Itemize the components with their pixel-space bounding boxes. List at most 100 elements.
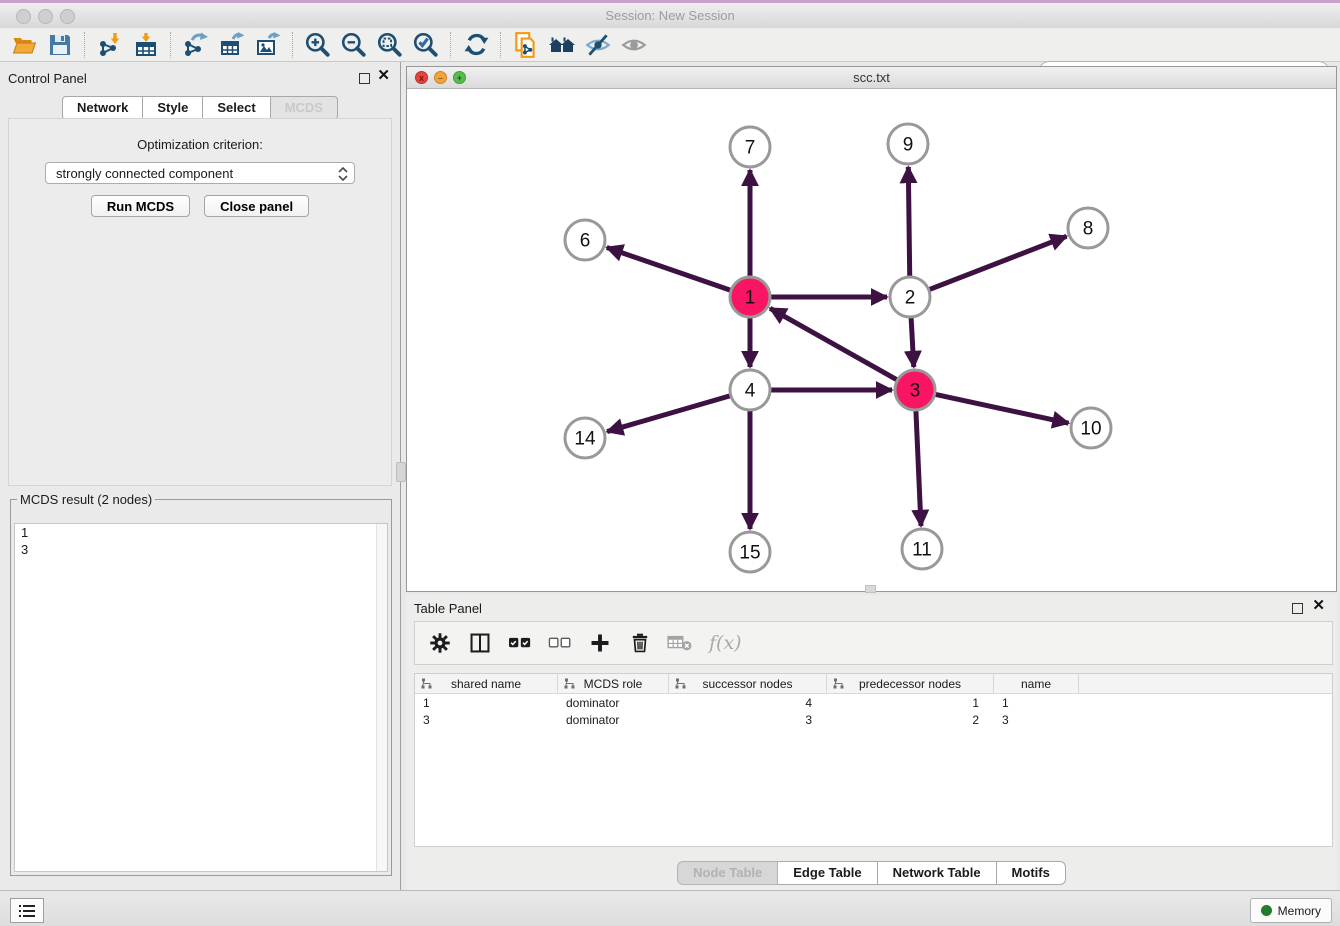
unselect-all-columns-icon[interactable]: [547, 630, 573, 656]
graph-node-9[interactable]: 9: [888, 124, 928, 164]
graph-node-7[interactable]: 7: [730, 127, 770, 167]
close-panel-button[interactable]: Close panel: [204, 195, 309, 217]
table-cell[interactable]: 3: [669, 713, 827, 727]
table-cell[interactable]: dominator: [558, 713, 669, 727]
window-title: Session: New Session: [0, 8, 1340, 23]
graph-node-6[interactable]: 6: [565, 220, 605, 260]
table-float-panel-icon[interactable]: [1292, 603, 1303, 614]
table-cell[interactable]: 1: [994, 696, 1079, 710]
table-cell[interactable]: 1: [827, 696, 994, 710]
edge-1-6[interactable]: [607, 248, 730, 291]
network-window-title: scc.txt: [407, 70, 1336, 85]
graph-node-2[interactable]: 2: [890, 277, 930, 317]
export-table-icon[interactable]: [214, 30, 250, 60]
zoom-selected-icon[interactable]: [408, 30, 444, 60]
mcds-result-group: MCDS result (2 nodes) 13: [10, 492, 392, 876]
tab-edge-table[interactable]: Edge Table: [778, 861, 877, 885]
table-cell[interactable]: 1: [415, 696, 558, 710]
table-close-panel-icon[interactable]: ✕: [1312, 597, 1325, 615]
panel-splitter-grip[interactable]: [396, 462, 406, 482]
close-panel-icon[interactable]: ✕: [377, 67, 390, 85]
import-network-icon[interactable]: [92, 30, 128, 60]
optimization-criterion-label: Optimization criterion:: [9, 137, 391, 152]
table-settings-gear-icon[interactable]: [427, 630, 453, 656]
zoom-in-icon[interactable]: [300, 30, 336, 60]
delete-table-icon[interactable]: [667, 630, 693, 656]
create-column-plus-icon[interactable]: [587, 630, 613, 656]
svg-text:15: 15: [739, 543, 760, 564]
column-header-shared-name[interactable]: shared name: [415, 674, 558, 693]
column-header-successor-nodes[interactable]: successor nodes: [669, 674, 827, 693]
zoom-fit-icon[interactable]: [372, 30, 408, 60]
show-columns-icon[interactable]: [467, 630, 493, 656]
memory-button[interactable]: Memory: [1250, 898, 1332, 923]
result-line: 1: [15, 524, 387, 541]
node-table-header: shared nameMCDS rolesuccessor nodesprede…: [415, 674, 1332, 694]
svg-text:7: 7: [745, 138, 756, 159]
column-header-name[interactable]: name: [994, 674, 1079, 693]
save-session-icon[interactable]: [42, 30, 78, 60]
table-cell[interactable]: 3: [994, 713, 1079, 727]
table-cell[interactable]: dominator: [558, 696, 669, 710]
table-cell[interactable]: 3: [415, 713, 558, 727]
run-mcds-button[interactable]: Run MCDS: [91, 195, 190, 217]
graph-node-11[interactable]: 11: [902, 529, 942, 569]
column-header-predecessor-nodes[interactable]: predecessor nodes: [827, 674, 994, 693]
control-tab-style[interactable]: Style: [143, 96, 203, 120]
network-graph-canvas[interactable]: 7 9 6 8 1 2 4 3 14 10 15 11: [407, 89, 1336, 591]
function-builder-icon[interactable]: f(x): [709, 632, 742, 654]
apply-layout-icon[interactable]: [458, 30, 494, 60]
edge-2-3[interactable]: [911, 318, 914, 367]
edge-2-8[interactable]: [930, 236, 1067, 289]
table-cell[interactable]: 2: [827, 713, 994, 727]
edge-2-9[interactable]: [908, 167, 909, 276]
horizontal-splitter-grip[interactable]: [865, 585, 876, 593]
tab-motifs[interactable]: Motifs: [997, 861, 1066, 885]
titlebar: Session: New Session: [0, 3, 1340, 29]
graph-node-10[interactable]: 10: [1071, 408, 1111, 448]
control-tab-network[interactable]: Network: [62, 96, 143, 120]
svg-text:9: 9: [903, 135, 914, 156]
memory-label: Memory: [1278, 904, 1321, 918]
mcds-result-textarea[interactable]: 13: [14, 523, 388, 872]
criterion-dropdown[interactable]: strongly connected component: [45, 162, 355, 184]
graph-node-1[interactable]: 1: [730, 277, 770, 317]
graph-node-3[interactable]: 3: [895, 370, 935, 410]
tab-node-table[interactable]: Node Table: [677, 861, 778, 885]
hide-panel-eye-icon[interactable]: [580, 30, 616, 60]
graph-node-15[interactable]: 15: [730, 532, 770, 572]
svg-text:4: 4: [745, 381, 756, 402]
table-cell[interactable]: 4: [669, 696, 827, 710]
control-tab-mcds[interactable]: MCDS: [271, 96, 338, 120]
edge-4-14[interactable]: [607, 396, 730, 432]
graph-node-14[interactable]: 14: [565, 418, 605, 458]
export-image-icon[interactable]: [250, 30, 286, 60]
edge-3-10[interactable]: [936, 394, 1069, 423]
control-tab-select[interactable]: Select: [203, 96, 270, 120]
edge-3-11[interactable]: [916, 411, 921, 526]
export-network-icon[interactable]: [178, 30, 214, 60]
network-window-titlebar[interactable]: x – + scc.txt: [407, 67, 1336, 89]
column-header-MCDS-role[interactable]: MCDS role: [558, 674, 669, 693]
graph-node-8[interactable]: 8: [1068, 208, 1108, 248]
clone-network-icon[interactable]: [508, 30, 544, 60]
zoom-out-icon[interactable]: [336, 30, 372, 60]
table-row[interactable]: 3dominator323: [415, 711, 1332, 728]
svg-text:11: 11: [912, 540, 932, 561]
mcds-result-title: MCDS result (2 nodes): [17, 492, 155, 507]
home-icon[interactable]: [544, 30, 580, 60]
select-all-columns-icon[interactable]: [507, 630, 533, 656]
delete-column-trash-icon[interactable]: [627, 630, 653, 656]
memory-status-dot: [1261, 905, 1272, 916]
show-panel-eye-icon[interactable]: [616, 30, 652, 60]
table-row[interactable]: 1dominator411: [415, 694, 1332, 711]
result-scrollbar[interactable]: [376, 524, 387, 871]
tab-network-table[interactable]: Network Table: [878, 861, 997, 885]
task-history-button[interactable]: [10, 898, 44, 923]
edge-3-1[interactable]: [770, 308, 897, 379]
open-session-icon[interactable]: [6, 30, 42, 60]
float-panel-icon[interactable]: [359, 73, 370, 84]
import-table-icon[interactable]: [128, 30, 164, 60]
graph-node-4[interactable]: 4: [730, 370, 770, 410]
dropdown-stepper-icon: [336, 166, 350, 182]
